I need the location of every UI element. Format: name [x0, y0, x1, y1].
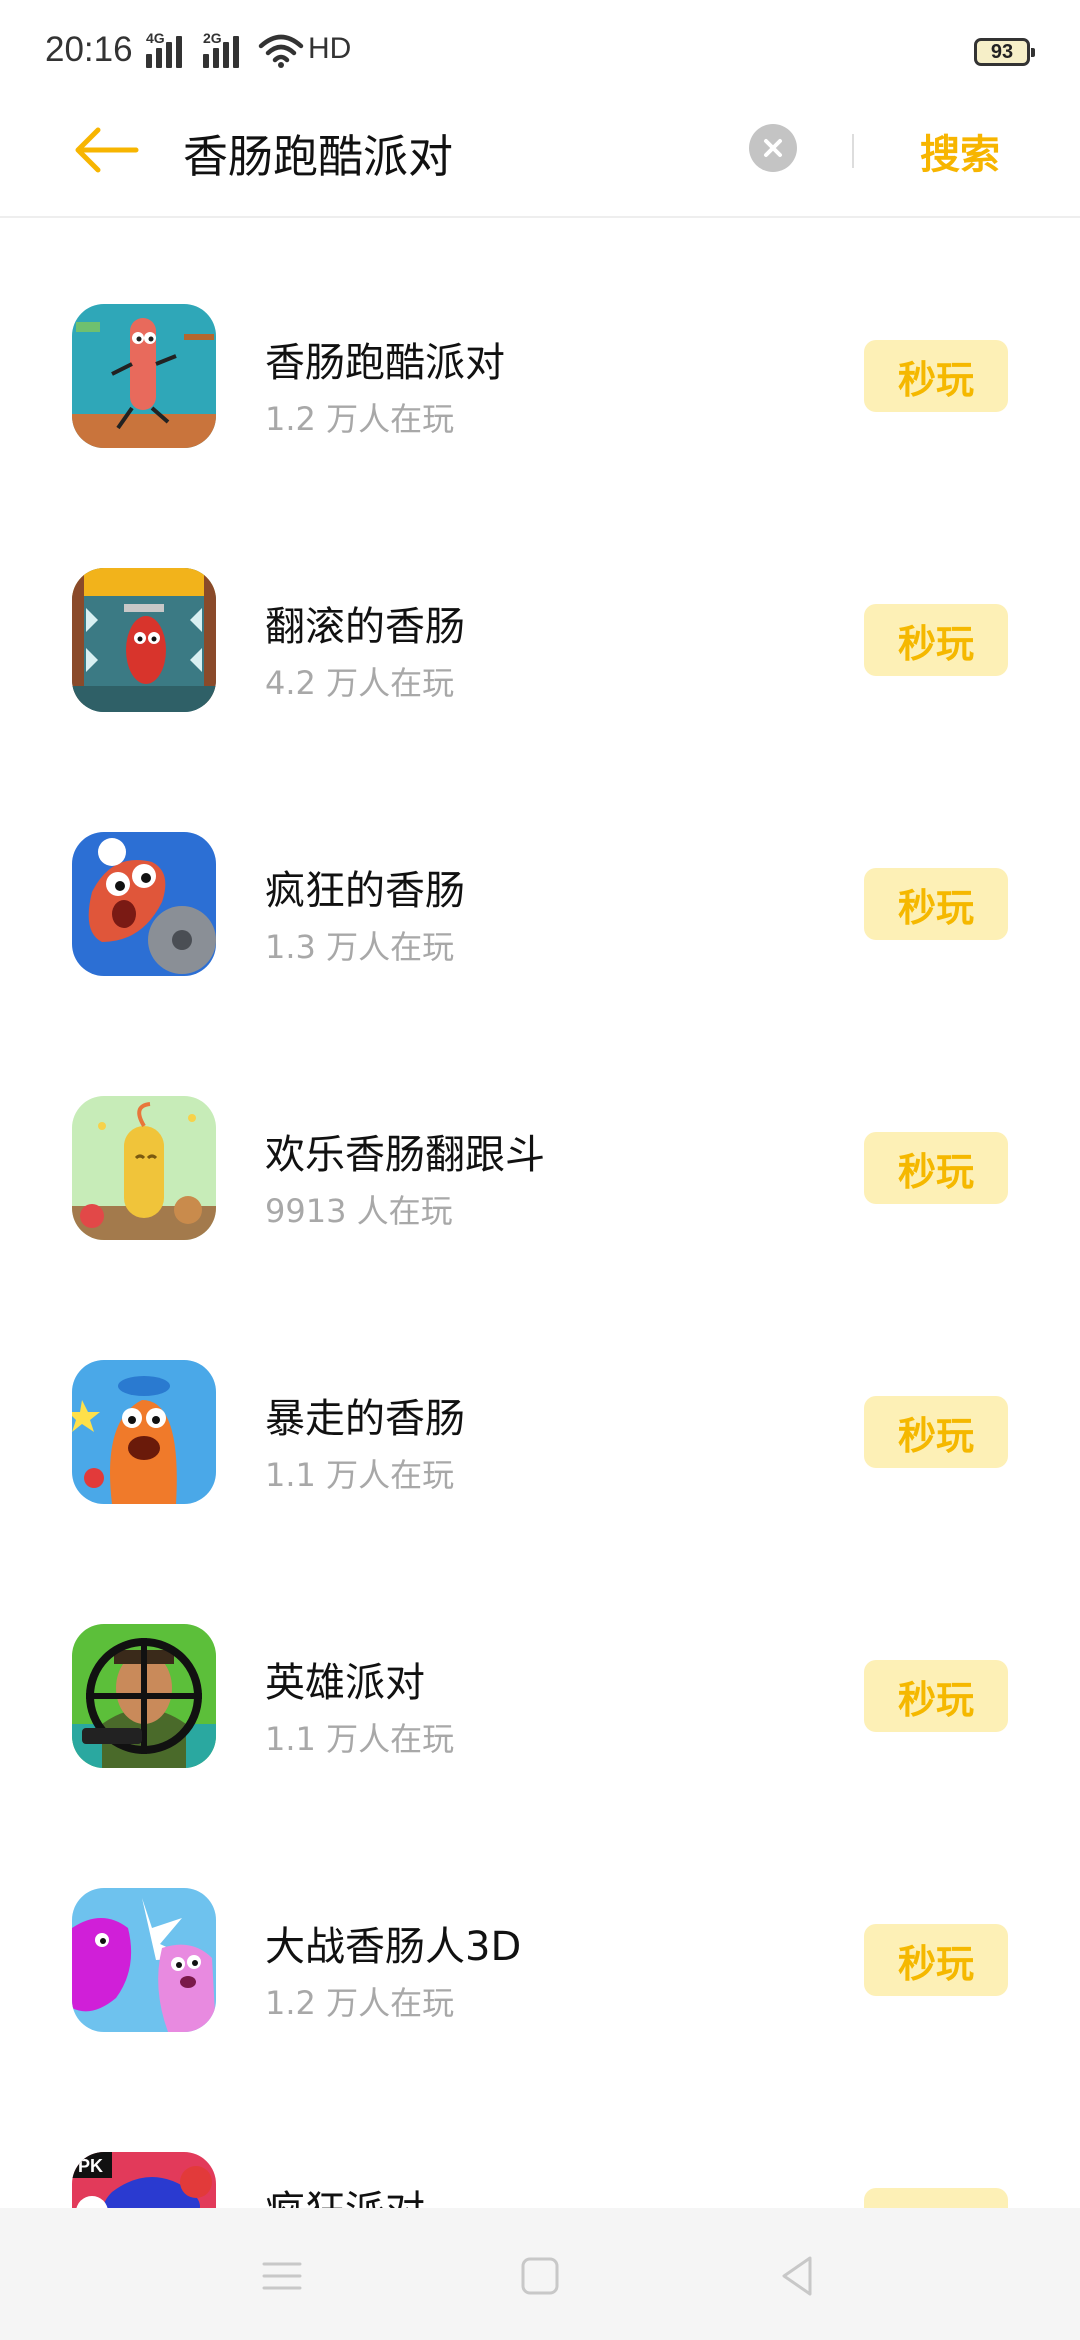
game-icon-rampage-sausage[interactable]: [72, 1360, 216, 1504]
game-title: 疯狂派对: [265, 2178, 425, 2208]
list-item[interactable]: PK 疯狂派对 秒玩: [0, 2130, 1080, 2208]
instant-play-button[interactable]: 秒玩: [864, 604, 1008, 676]
menu-icon[interactable]: [254, 2248, 310, 2304]
game-icon-happy-sausage-flip[interactable]: [72, 1096, 216, 1240]
battery-level: 93: [990, 40, 1014, 63]
game-icon-crazy-party[interactable]: PK: [72, 2152, 216, 2208]
game-title: 大战香肠人3D: [265, 1924, 522, 1970]
close-icon: [764, 139, 782, 157]
instant-play-button[interactable]: 秒玩: [864, 2188, 1008, 2208]
cellular-signal-2-icon: 2G: [203, 30, 239, 68]
system-navigation-bar: [0, 2208, 1080, 2340]
clear-search-button[interactable]: [749, 124, 797, 172]
game-result-list[interactable]: 香肠跑酷派对 1.2 万人在玩 秒玩 翻滚的香肠 4.2 万人在玩 秒玩 疯狂的…: [0, 218, 1080, 2208]
game-player-count: 1.3 万人在玩: [265, 928, 455, 966]
hd-voice-label: HD: [308, 32, 352, 65]
game-title: 英雄派对: [265, 1660, 425, 1706]
status-bar: 20:16 4G 2G HD 93: [0, 0, 1080, 100]
header-divider: [852, 134, 854, 168]
list-item[interactable]: 暴走的香肠 1.1 万人在玩 秒玩: [0, 1338, 1080, 1602]
game-player-count: 1.2 万人在玩: [265, 400, 455, 438]
cellular-signal-icon: 4G: [146, 30, 182, 68]
game-player-count: 9913 人在玩: [265, 1192, 453, 1230]
svg-text:PK: PK: [78, 2156, 103, 2176]
game-title: 暴走的香肠: [265, 1396, 465, 1442]
game-title: 欢乐香肠翻跟斗: [265, 1132, 545, 1178]
list-item[interactable]: 大战香肠人3D 1.2 万人在玩 秒玩: [0, 1866, 1080, 2130]
instant-play-button[interactable]: 秒玩: [864, 1660, 1008, 1732]
game-title: 翻滚的香肠: [265, 604, 465, 650]
list-item[interactable]: 英雄派对 1.1 万人在玩 秒玩: [0, 1602, 1080, 1866]
search-button[interactable]: 搜索: [920, 122, 1000, 180]
search-input[interactable]: 香肠跑酷派对: [183, 120, 453, 185]
network-type-label: 4G: [146, 30, 165, 46]
back-arrow-icon[interactable]: [70, 124, 140, 176]
battery-icon: 93: [974, 38, 1035, 66]
game-icon-sausage-run[interactable]: [72, 304, 216, 448]
instant-play-button[interactable]: 秒玩: [864, 1396, 1008, 1468]
back-triangle-icon[interactable]: [770, 2248, 826, 2304]
status-time: 20:16: [45, 30, 133, 69]
game-icon-crazy-sausage[interactable]: [72, 832, 216, 976]
list-item[interactable]: 欢乐香肠翻跟斗 9913 人在玩 秒玩: [0, 1074, 1080, 1338]
game-player-count: 1.2 万人在玩: [265, 1984, 455, 2022]
instant-play-button[interactable]: 秒玩: [864, 1924, 1008, 1996]
list-item[interactable]: 疯狂的香肠 1.3 万人在玩 秒玩: [0, 810, 1080, 1074]
game-player-count: 1.1 万人在玩: [265, 1456, 455, 1494]
game-title: 疯狂的香肠: [265, 868, 465, 914]
home-square-icon[interactable]: [512, 2248, 568, 2304]
network-type-label-2: 2G: [203, 30, 222, 46]
instant-play-button[interactable]: 秒玩: [864, 1132, 1008, 1204]
wifi-icon: [258, 34, 304, 68]
game-icon-hero-party[interactable]: [72, 1624, 216, 1768]
game-title: 香肠跑酷派对: [265, 340, 505, 386]
game-player-count: 4.2 万人在玩: [265, 664, 455, 702]
search-header: 香肠跑酷派对 搜索: [0, 100, 1080, 218]
list-item[interactable]: 香肠跑酷派对 1.2 万人在玩 秒玩: [0, 282, 1080, 546]
instant-play-button[interactable]: 秒玩: [864, 868, 1008, 940]
instant-play-button[interactable]: 秒玩: [864, 340, 1008, 412]
game-icon-rolling-sausage[interactable]: [72, 568, 216, 712]
game-icon-sausage-battle-3d[interactable]: [72, 1888, 216, 2032]
game-player-count: 1.1 万人在玩: [265, 1720, 455, 1758]
list-item[interactable]: 翻滚的香肠 4.2 万人在玩 秒玩: [0, 546, 1080, 810]
